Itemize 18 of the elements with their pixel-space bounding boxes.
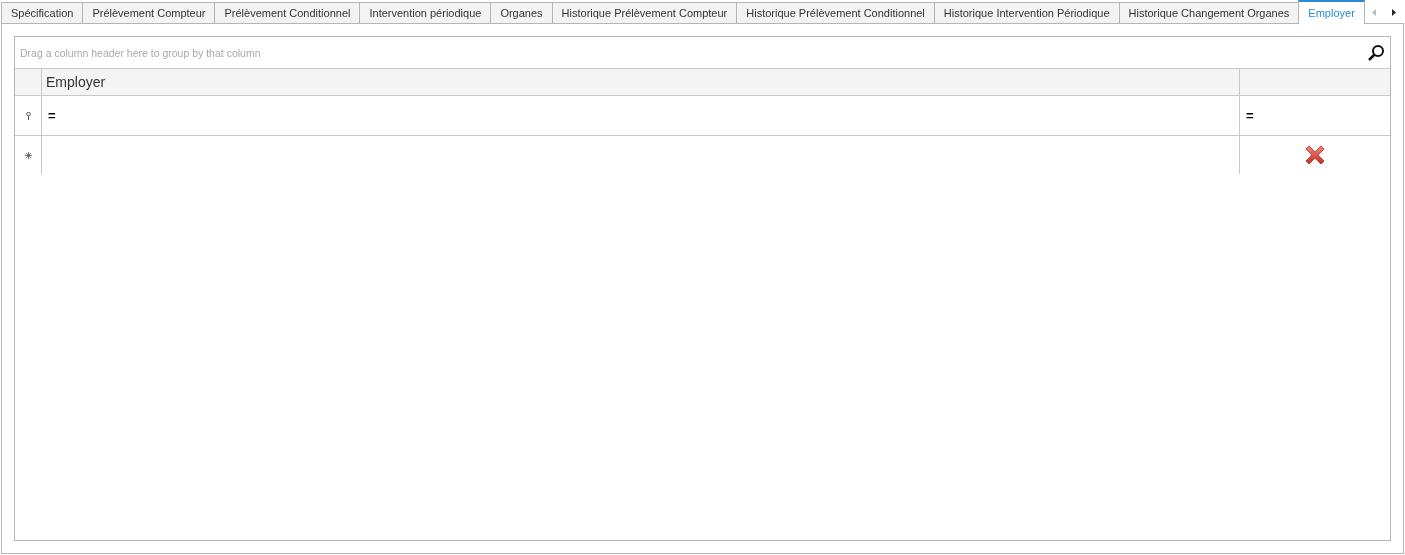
- tab[interactable]: Spécification: [1, 2, 84, 24]
- tab[interactable]: Prélèvement Conditionnel: [214, 2, 361, 24]
- asterisk-icon: [24, 151, 32, 159]
- tab[interactable]: Historique Intervention Périodique: [933, 2, 1120, 24]
- pin-icon: [25, 111, 31, 120]
- group-panel-hint: Drag a column header here to group by that column: [20, 46, 261, 59]
- scroll-right-icon[interactable]: [1391, 9, 1396, 16]
- filter-condition[interactable]: =: [48, 108, 56, 123]
- tab[interactable]: Employer: [1298, 0, 1365, 24]
- column-header[interactable]: Employer: [46, 74, 106, 90]
- tab[interactable]: Prélèvement Compteur: [82, 2, 216, 24]
- tab[interactable]: Historique Prélèvement Compteur: [551, 2, 738, 24]
- tab[interactable]: Intervention périodique: [359, 2, 492, 24]
- filter-condition[interactable]: =: [1246, 108, 1254, 123]
- tab[interactable]: Historique Prélèvement Conditionnel: [736, 2, 935, 24]
- tab[interactable]: Organes: [490, 2, 553, 24]
- tab[interactable]: Historique Changement Organes: [1118, 2, 1300, 24]
- search-icon[interactable]: [1367, 43, 1385, 62]
